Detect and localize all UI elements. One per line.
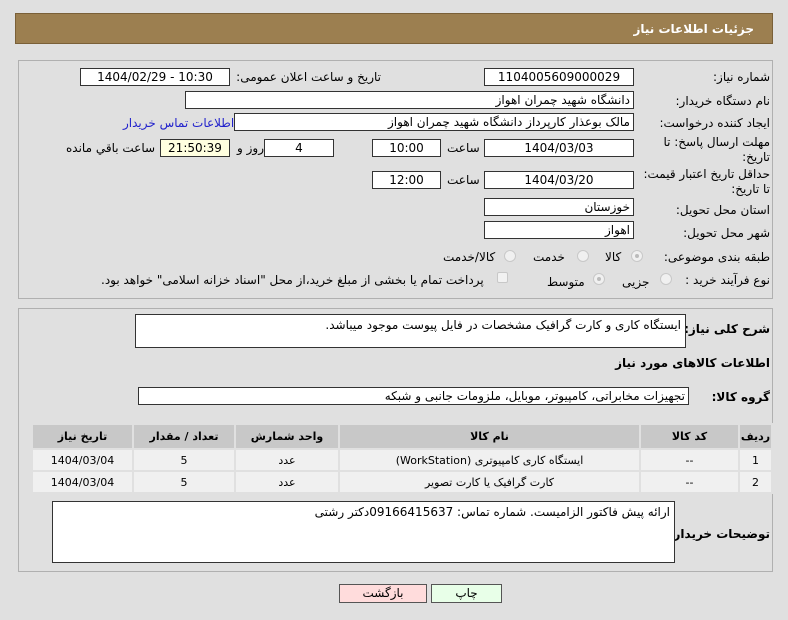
treasury-payment-note: پرداخت تمام یا بخشی از مبلغ خرید،از محل … (101, 273, 484, 287)
goods-group-field: تجهیزات مخابراتی، کامپیوتر، موبایل، ملزو… (138, 387, 689, 405)
category-option-goods-service: کالا/خدمت (443, 250, 496, 264)
deadline-label: مهلت ارسال پاسخ: تا تاریخ: (663, 135, 770, 164)
time-remaining-label: ساعت باقي مانده (66, 141, 156, 155)
col-item-name: نام کالا (340, 425, 639, 448)
col-item-code: کد کالا (641, 425, 738, 448)
col-need-date: تاریخ نیاز (33, 425, 132, 448)
validity-hour-label: ساعت (447, 173, 480, 187)
time-remaining-field: 21:50:39 (160, 139, 230, 157)
print-button[interactable]: چاپ (431, 584, 502, 603)
cell-item-code: -- (641, 472, 738, 492)
buyer-notes-label: توضیحات خریدار: (668, 527, 770, 541)
category-radio-service[interactable] (577, 250, 589, 262)
col-row-number: ردیف (740, 425, 771, 448)
province-label: استان محل تحویل: (675, 203, 770, 217)
category-label: طبقه بندی موضوعی: (663, 250, 770, 264)
province-field: خوزستان (484, 198, 634, 216)
cell-row-number: 2 (740, 472, 771, 492)
treasury-payment-checkbox[interactable] (497, 272, 508, 283)
validity-label: حداقل تاریخ اعتبار قیمت: تا تاریخ: (643, 167, 770, 196)
cell-quantity: 5 (134, 472, 234, 492)
description-textarea[interactable]: ایستگاه کاری و کارت گرافیک مشخصات در فای… (135, 314, 686, 348)
cell-unit: عدد (236, 450, 338, 470)
buyer-contact-link[interactable]: اطلاعات تماس خریدار (123, 116, 234, 130)
cell-need-date: 1404/03/04 (33, 450, 132, 470)
deadline-time-field: 10:00 (372, 139, 441, 157)
city-label: شهر محل تحویل: (683, 226, 770, 240)
need-number-field: 1104005609000029 (484, 68, 634, 86)
city-field: اهواز (484, 221, 634, 239)
cell-need-date: 1404/03/04 (33, 472, 132, 492)
creator-label: ایجاد کننده درخواست: (659, 116, 770, 130)
process-radio-minor[interactable] (660, 273, 672, 285)
cell-item-code: -- (641, 450, 738, 470)
cell-item-name: کارت گرافیک یا کارت تصویر (340, 472, 639, 492)
announce-label: تاریخ و ساعت اعلان عمومی: (236, 70, 381, 84)
announce-field: 1404/02/29 - 10:30 (80, 68, 230, 86)
days-label: روز و (237, 141, 264, 155)
category-option-service: خدمت (533, 250, 565, 264)
process-radio-medium[interactable] (593, 273, 605, 285)
cell-quantity: 5 (134, 450, 234, 470)
need-number-label: شماره نیاز: (713, 70, 770, 84)
cell-unit: عدد (236, 472, 338, 492)
cell-row-number: 1 (740, 450, 771, 470)
buyer-org-label: نام دستگاه خریدار: (675, 94, 771, 108)
page-header: جزئیات اطلاعات نیاز (15, 13, 773, 44)
page-title: جزئیات اطلاعات نیاز (633, 22, 754, 36)
goods-table: ردیف کد کالا نام کالا واحد شمارش تعداد /… (31, 423, 773, 494)
table-header-row: ردیف کد کالا نام کالا واحد شمارش تعداد /… (33, 425, 771, 448)
validity-time-field: 12:00 (372, 171, 441, 189)
process-option-minor: جزیی (622, 275, 650, 289)
goods-group-label: گروه کالا: (711, 390, 770, 404)
description-label: شرح کلی نیاز: (684, 322, 770, 336)
col-quantity: تعداد / مقدار (134, 425, 234, 448)
category-radio-goods[interactable] (631, 250, 643, 262)
back-button[interactable]: بازگشت (339, 584, 427, 603)
buyer-notes-textarea[interactable]: ارائه پیش فاکتور الزامیست. شماره تماس: 0… (52, 501, 675, 563)
category-option-goods: کالا (605, 250, 622, 264)
validity-date-field: 1404/03/20 (484, 171, 634, 189)
deadline-date-field: 1404/03/03 (484, 139, 634, 157)
buyer-org-field: دانشگاه شهید چمران اهواز (185, 91, 634, 109)
creator-field: مالک بوعذار کارپرداز دانشگاه شهید چمران … (234, 113, 634, 131)
process-label: نوع فرآیند خرید : (685, 273, 770, 287)
table-row: 2 -- کارت گرافیک یا کارت تصویر عدد 5 140… (33, 472, 771, 492)
days-remaining-field: 4 (264, 139, 334, 157)
table-row: 1 -- ایستگاه کاری کامپیوتری (WorkStation… (33, 450, 771, 470)
category-radio-goods-service[interactable] (504, 250, 516, 262)
process-option-medium: متوسط (547, 275, 585, 289)
col-unit: واحد شمارش (236, 425, 338, 448)
cell-item-name: ایستگاه کاری کامپیوتری (WorkStation) (340, 450, 639, 470)
deadline-hour-label: ساعت (447, 141, 480, 155)
goods-section-title: اطلاعات کالاهای مورد نیاز (615, 356, 770, 370)
